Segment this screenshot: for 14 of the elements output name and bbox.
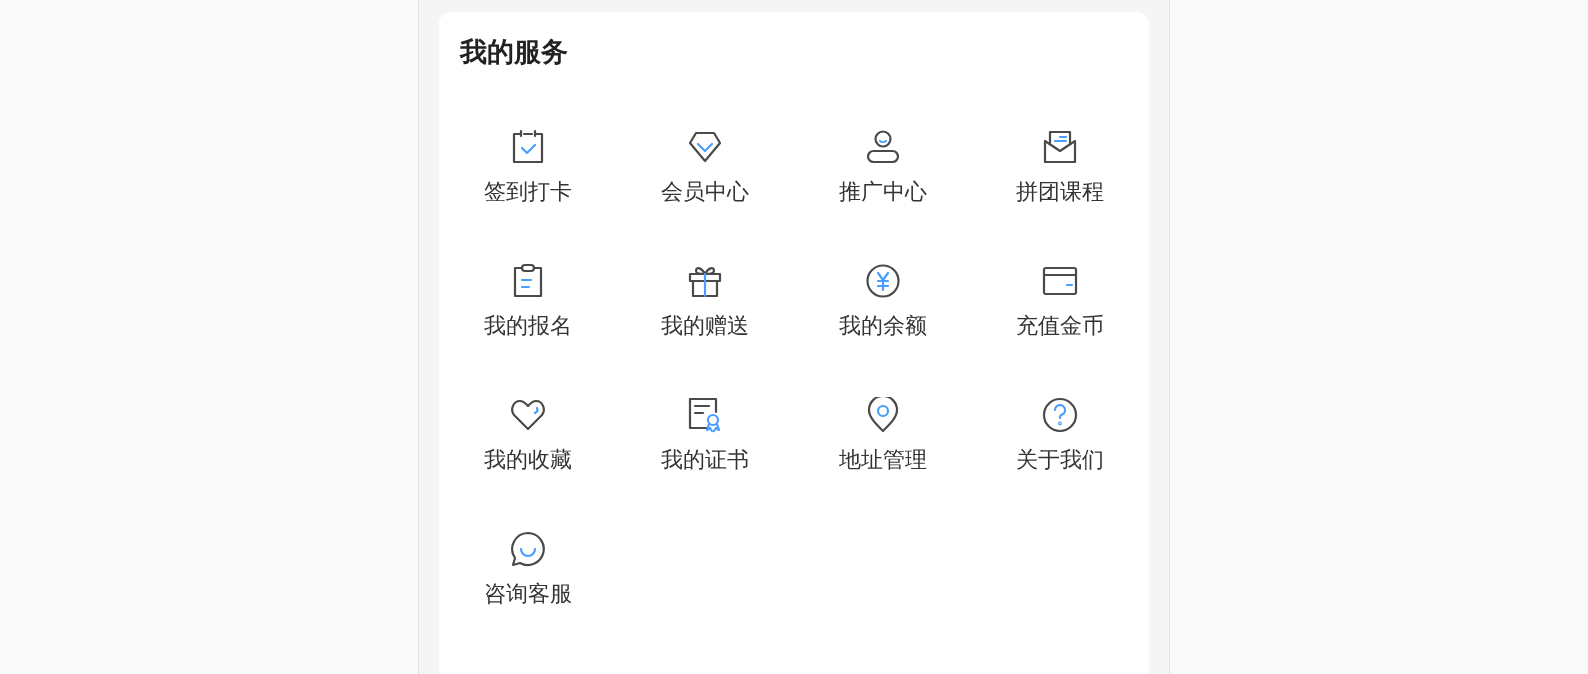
service-item[interactable]: 拼团课程 bbox=[971, 129, 1149, 207]
service-item[interactable]: 充值金币 bbox=[971, 263, 1149, 341]
service-item[interactable]: 关于我们 bbox=[971, 397, 1149, 475]
service-item[interactable]: 推广中心 bbox=[794, 129, 972, 207]
service-item[interactable]: 签到打卡 bbox=[439, 129, 617, 207]
section-title: 我的服务 bbox=[458, 35, 569, 69]
service-item[interactable]: 我的收藏 bbox=[439, 397, 617, 475]
service-item[interactable]: 会员中心 bbox=[616, 129, 794, 207]
service-item[interactable]: 地址管理 bbox=[794, 397, 972, 475]
service-item[interactable]: 我的余额 bbox=[794, 263, 972, 341]
service-item[interactable]: 咨询客服 bbox=[439, 531, 617, 609]
service-item[interactable]: 我的证书 bbox=[616, 397, 794, 475]
service-item[interactable]: 我的报名 bbox=[439, 263, 617, 341]
service-item[interactable]: 我的赠送 bbox=[616, 263, 794, 341]
